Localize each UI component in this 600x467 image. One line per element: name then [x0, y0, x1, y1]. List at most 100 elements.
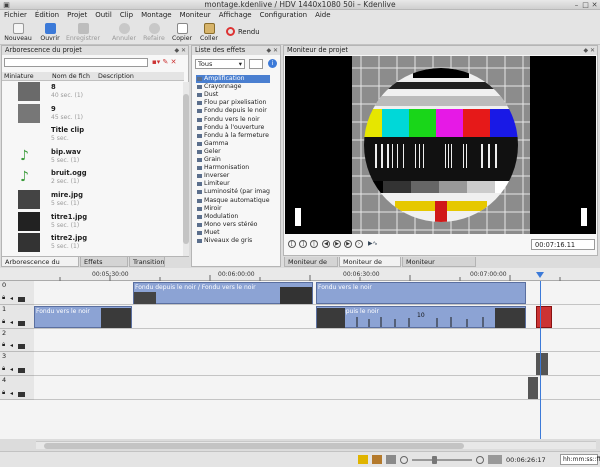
- effect-item[interactable]: Limiteur: [196, 180, 270, 188]
- clip-track1-c[interactable]: [536, 306, 552, 328]
- effect-item[interactable]: Amplification: [196, 75, 270, 84]
- tab-clip-monitor[interactable]: Moniteur de clip: [284, 257, 338, 276]
- project-item[interactable]: ♪ bip.wav 5 sec. (1): [4, 146, 180, 167]
- close-icon[interactable]: ✕: [590, 1, 599, 9]
- track-hide-icon[interactable]: [18, 297, 25, 302]
- effect-item[interactable]: Flou par pixelisation: [196, 99, 270, 107]
- effect-item[interactable]: Inverser: [196, 172, 270, 180]
- monitor-video[interactable]: [285, 56, 596, 234]
- effect-item[interactable]: Fondu vers le noir: [196, 116, 270, 124]
- effect-item[interactable]: Masque automatique: [196, 197, 270, 205]
- menu-moniteur[interactable]: Moniteur: [176, 10, 215, 21]
- menu-affichage[interactable]: Affichage: [215, 10, 256, 21]
- timeline-playhead[interactable]: [540, 281, 541, 439]
- menu-edition[interactable]: Édition: [31, 10, 63, 21]
- tool-select-icon[interactable]: [358, 455, 368, 464]
- effect-item[interactable]: Miroir: [196, 205, 270, 213]
- track-header[interactable]: 1 🔒︎ ◂: [0, 305, 34, 329]
- maximize-icon[interactable]: □: [581, 1, 590, 9]
- effects-filter-select[interactable]: Tous ▾: [195, 59, 245, 69]
- effect-item[interactable]: Crayonnage: [196, 83, 270, 91]
- menu-clip[interactable]: Clip: [116, 10, 137, 21]
- track-lock-icon[interactable]: 🔒︎: [2, 365, 5, 373]
- project-scrollbar[interactable]: [183, 82, 189, 256]
- timeline-ruler[interactable]: [0, 268, 600, 281]
- set-zone-icon[interactable]: |: [310, 240, 318, 248]
- zone-start-icon[interactable]: [: [288, 240, 296, 248]
- timeline-track[interactable]: 3 🔒︎ ◂: [0, 352, 600, 376]
- play-icon[interactable]: ▶: [333, 240, 341, 248]
- redo-button[interactable]: Refaire: [140, 21, 168, 45]
- track-header[interactable]: 3 🔒︎ ◂: [0, 352, 34, 376]
- effect-item[interactable]: Harmonisation: [196, 164, 270, 172]
- clip-track4[interactable]: [528, 377, 538, 399]
- timeline-track[interactable]: 4 🔒︎ ◂: [0, 376, 600, 400]
- render-button[interactable]: Rendu: [224, 21, 260, 45]
- tab-capture-monitor[interactable]: Moniteur d'acquisition: [402, 257, 476, 276]
- project-tool-icons[interactable]: ▪▾ ✎ ✕: [152, 58, 186, 67]
- track-hide-icon[interactable]: [18, 392, 25, 397]
- tab-project-monitor[interactable]: Moniteur de projet: [339, 257, 401, 276]
- new-button[interactable]: Nouveau: [3, 21, 33, 45]
- forward-icon[interactable]: ▶: [344, 240, 352, 248]
- effect-item[interactable]: Mono vers stéréo: [196, 221, 270, 229]
- timecode-format-select[interactable]: hh:mm:ss::ff: [560, 454, 600, 465]
- step-icon[interactable]: ›: [355, 240, 363, 248]
- effects-close-icon[interactable]: ◆ ✕: [266, 46, 278, 55]
- panel-close-icon[interactable]: ◆ ✕: [174, 46, 186, 55]
- effect-item[interactable]: Muet: [196, 229, 270, 237]
- timeline-track[interactable]: 2 🔒︎ ◂: [0, 329, 600, 352]
- effects-search-input[interactable]: [249, 59, 263, 69]
- project-item[interactable]: titre2.jpg 5 sec. (1): [4, 232, 180, 253]
- monitor-close-icon[interactable]: ◆ ✕: [583, 46, 595, 55]
- zone-end-icon[interactable]: ]: [299, 240, 307, 248]
- track-mute-icon[interactable]: ◂: [10, 319, 13, 326]
- audio-icon[interactable]: ▶∿: [368, 240, 384, 249]
- menu-montage[interactable]: Montage: [137, 10, 176, 21]
- open-button[interactable]: Ouvrir: [37, 21, 63, 45]
- menu-projet[interactable]: Projet: [63, 10, 91, 21]
- clip-track3[interactable]: [536, 353, 548, 375]
- tab-transition[interactable]: Transition: [129, 257, 165, 267]
- paste-button[interactable]: Coller: [197, 21, 221, 45]
- effect-item[interactable]: Geler: [196, 148, 270, 156]
- zoom-out-icon[interactable]: [400, 456, 408, 464]
- effect-item[interactable]: Grain: [196, 156, 270, 164]
- track-header[interactable]: 0 🔒︎ ◂: [0, 281, 34, 305]
- project-item[interactable]: 9 45 sec. (1): [4, 103, 180, 124]
- app-menu-icon[interactable]: ▣: [2, 1, 11, 9]
- scrollbar-thumb[interactable]: [44, 443, 464, 449]
- track-hide-icon[interactable]: [18, 321, 25, 326]
- tool-spacer-icon[interactable]: [386, 455, 396, 464]
- effect-item[interactable]: Niveaux de gris: [196, 237, 270, 245]
- clip-track1-a[interactable]: Fondu vers le noir: [34, 306, 132, 328]
- menu-configuration[interactable]: Configuration: [256, 10, 311, 21]
- track-lock-icon[interactable]: 🔒︎: [2, 318, 5, 326]
- clip-track0-b[interactable]: Fondu vers le noir: [316, 282, 526, 304]
- track-hide-icon[interactable]: [18, 344, 25, 349]
- track-lock-icon[interactable]: 🔒︎: [2, 341, 5, 349]
- effect-item[interactable]: Luminosité (par images): [196, 188, 270, 196]
- save-button[interactable]: Enregistrer: [65, 21, 101, 45]
- menu-outil[interactable]: Outil: [91, 10, 116, 21]
- track-header[interactable]: 2 🔒︎ ◂: [0, 329, 34, 352]
- tool-razor-icon[interactable]: [372, 455, 382, 464]
- track-lock-icon[interactable]: 🔒︎: [2, 294, 5, 302]
- info-icon[interactable]: i: [268, 59, 277, 68]
- track-mute-icon[interactable]: ◂: [10, 295, 13, 302]
- track-mute-icon[interactable]: ◂: [10, 366, 13, 373]
- menu-aide[interactable]: Aide: [311, 10, 334, 21]
- effect-item[interactable]: Gamma: [196, 140, 270, 148]
- scrollbar-thumb[interactable]: [183, 94, 189, 244]
- rewind-icon[interactable]: ◀: [322, 240, 330, 248]
- effect-item[interactable]: Fondu depuis le noir: [196, 107, 270, 115]
- monitor-timecode[interactable]: 00:07:16.11: [531, 239, 595, 250]
- timeline-scrollbar[interactable]: [36, 441, 596, 449]
- zoom-slider[interactable]: [412, 456, 472, 464]
- undo-button[interactable]: Annuler: [110, 21, 138, 45]
- view-mode-icon[interactable]: [488, 455, 502, 464]
- project-item[interactable]: Title clip 5 sec.: [4, 124, 180, 145]
- project-item[interactable]: mire.jpg 5 sec. (1): [4, 189, 180, 210]
- tab-effects-used[interactable]: Effets utilisés: [80, 257, 128, 276]
- tab-project-tree[interactable]: Arborescence du projet: [1, 257, 79, 276]
